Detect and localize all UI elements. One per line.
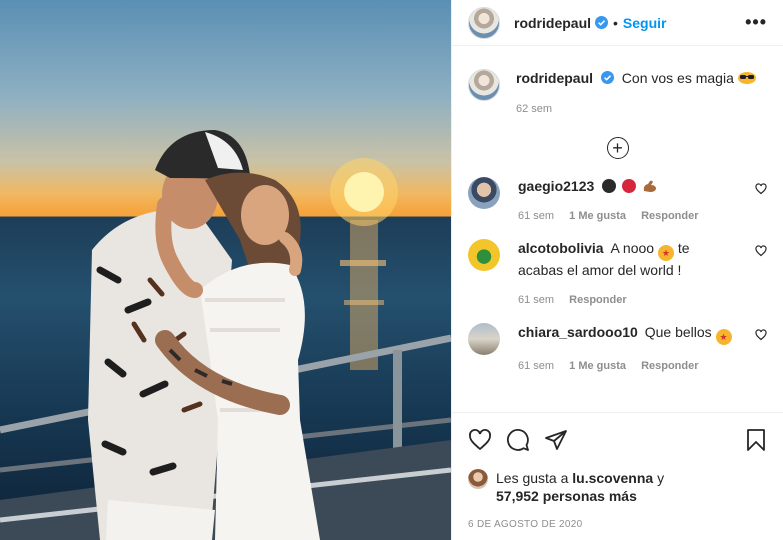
comment-body: chiara_sardooo10 Que bellos ★ 61 sem 1 M… xyxy=(518,323,738,375)
caption-username[interactable]: rodridepaul xyxy=(516,70,593,86)
heart-icon[interactable] xyxy=(468,428,492,452)
comment-item: gaegio2123 61 sem 1 Me gusta Responder xyxy=(468,177,767,225)
post-actions: Les gusta a lu.scovenna y 57,952 persona… xyxy=(452,412,783,530)
commenter-avatar[interactable] xyxy=(468,239,500,271)
likes-summary: Les gusta a lu.scovenna y 57,952 persona… xyxy=(468,469,767,505)
post-date[interactable]: 6 de agosto de 2020 xyxy=(468,519,767,530)
reply-button[interactable]: Responder xyxy=(569,294,626,306)
commenter-avatar[interactable] xyxy=(468,323,500,355)
commenter-avatar[interactable] xyxy=(468,177,500,209)
comment-content: gaegio2123 xyxy=(518,177,738,195)
comment-meta: 61 sem Responder xyxy=(518,291,738,309)
comment-username[interactable]: gaegio2123 xyxy=(518,178,594,194)
comment-bubble-icon[interactable] xyxy=(506,428,530,452)
likes-count[interactable]: 57,952 personas más xyxy=(496,488,637,504)
comment-content: chiara_sardooo10 Que bellos ★ xyxy=(518,323,738,345)
author-username[interactable]: rodridepaul xyxy=(514,15,591,31)
load-more-comments[interactable]: + xyxy=(468,137,767,159)
comment-meta: 61 sem 1 Me gusta Responder xyxy=(518,357,738,375)
paper-plane-icon[interactable] xyxy=(544,428,568,452)
heart-icon[interactable] xyxy=(755,245,767,257)
comment-item: chiara_sardooo10 Que bellos ★ 61 sem 1 M… xyxy=(468,323,767,375)
comment-text-start: A nooo xyxy=(610,240,655,256)
comment-content: alcotobolivia A nooo ★ te acabas el amor… xyxy=(518,239,738,279)
verified-badge-icon xyxy=(595,16,609,29)
liked-by-user[interactable]: lu.scovenna xyxy=(572,470,653,486)
likes-text: Les gusta a lu.scovenna y 57,952 persona… xyxy=(496,469,664,505)
caption-body: rodridepaul Con vos es magia 62 sem xyxy=(516,69,756,115)
comment-item: alcotobolivia A nooo ★ te acabas el amor… xyxy=(468,239,767,309)
star-struck-emoji-icon: ★ xyxy=(657,245,674,261)
bookmark-icon[interactable] xyxy=(745,428,767,452)
comment-username[interactable]: alcotobolivia xyxy=(518,240,604,256)
caption-avatar[interactable] xyxy=(468,69,500,101)
caption: rodridepaul Con vos es magia 62 sem xyxy=(468,55,767,115)
header-separator: • xyxy=(613,14,618,31)
follow-button[interactable]: Seguir xyxy=(623,15,667,31)
comments-list[interactable]: rodridepaul Con vos es magia 62 sem + ga… xyxy=(452,55,783,412)
comment-text: Que bellos xyxy=(644,324,712,340)
likes-connector: y xyxy=(657,470,665,486)
caption-meta: 62 sem xyxy=(516,103,756,115)
photo-illustration xyxy=(0,130,451,540)
liker-avatar[interactable] xyxy=(468,469,488,489)
heart-icon[interactable] xyxy=(755,329,767,341)
star-struck-emoji-icon: ★ xyxy=(715,329,732,345)
comment-username[interactable]: chiara_sardooo10 xyxy=(518,324,638,340)
caption-time[interactable]: 62 sem xyxy=(516,103,552,115)
black-circle-emoji-icon xyxy=(602,179,617,193)
post-photo[interactable] xyxy=(0,0,451,540)
caption-text: Con vos es magia xyxy=(621,70,734,86)
author-avatar[interactable] xyxy=(468,6,500,39)
heart-icon[interactable] xyxy=(755,183,767,195)
more-options-icon[interactable]: ••• xyxy=(745,12,767,33)
comment-time[interactable]: 61 sem xyxy=(518,360,554,372)
flexed-biceps-emoji-icon xyxy=(643,180,656,192)
comment-meta: 61 sem 1 Me gusta Responder xyxy=(518,207,738,225)
action-icons xyxy=(468,427,767,453)
post-header: rodridepaul • Seguir ••• xyxy=(452,0,783,46)
comment-body: alcotobolivia A nooo ★ te acabas el amor… xyxy=(518,239,738,309)
comment-time[interactable]: 61 sem xyxy=(518,294,554,306)
verified-badge-icon xyxy=(600,71,614,84)
reply-button[interactable]: Responder xyxy=(641,360,698,372)
sunglasses-emoji-icon xyxy=(737,72,756,84)
comment-likes[interactable]: 1 Me gusta xyxy=(569,360,626,372)
plus-circle-icon[interactable]: + xyxy=(606,137,629,159)
post-side-panel: rodridepaul • Seguir ••• rodridepaul Con… xyxy=(451,0,783,540)
comment-body: gaegio2123 61 sem 1 Me gusta Responder xyxy=(518,177,738,225)
comment-likes[interactable]: 1 Me gusta xyxy=(569,210,626,222)
reply-button[interactable]: Responder xyxy=(641,210,698,222)
comment-time[interactable]: 61 sem xyxy=(518,210,554,222)
red-circle-emoji-icon xyxy=(622,179,637,193)
likes-prefix: Les gusta a xyxy=(496,470,569,486)
